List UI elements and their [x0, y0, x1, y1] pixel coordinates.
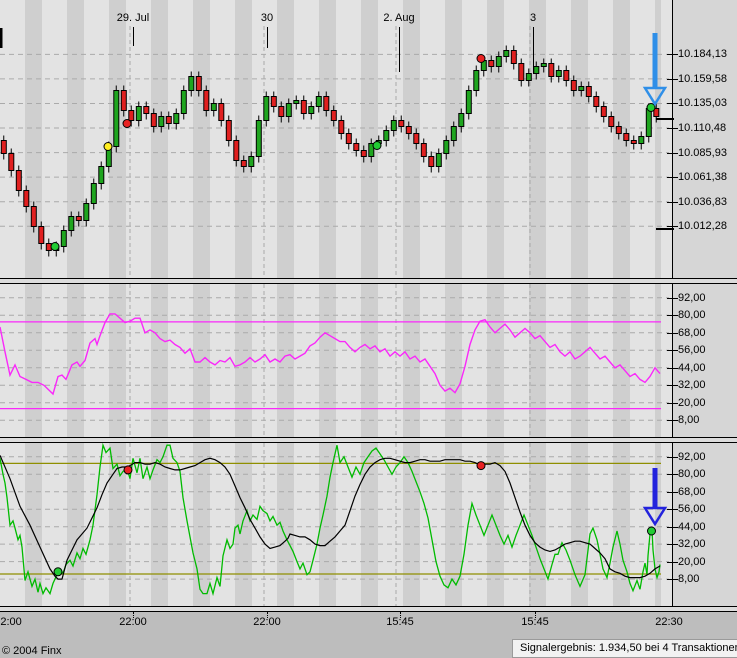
y-axis-label: 80,00 [678, 468, 706, 480]
y-axis-tick [667, 544, 678, 545]
sell-arrow-icon [645, 468, 665, 524]
y-axis-tick [667, 579, 678, 580]
y-axis-label: 56,00 [678, 344, 706, 356]
separator-line [0, 606, 737, 607]
stoch-fast-line [0, 445, 660, 593]
y-axis-label: 10.184,13 [678, 48, 727, 60]
y-axis-label: 44,00 [678, 521, 706, 533]
y-axis-line [672, 0, 673, 612]
y-axis-tick [667, 315, 678, 316]
y-axis-label: 44,00 [678, 362, 706, 374]
y-axis-label: 10.036,83 [678, 196, 727, 208]
price-chart-canvas [0, 0, 672, 278]
candles-layer [1, 46, 659, 257]
time-axis-tick [400, 612, 401, 618]
buy-signal-dot [54, 568, 62, 576]
y-axis-label: 10.085,93 [678, 147, 727, 159]
y-axis-label: 32,00 [678, 379, 706, 391]
date-tick [267, 27, 268, 48]
y-axis-tick [667, 562, 678, 563]
y-axis-label: 10.110,48 [678, 122, 726, 134]
date-tick [399, 27, 400, 72]
y-axis-label: 92,00 [678, 451, 706, 463]
y-axis-label: 56,00 [678, 503, 706, 515]
y-axis-tick [667, 527, 678, 528]
date-label: 3 [530, 12, 536, 24]
y-axis-tick [667, 368, 678, 369]
copyright-label: © 2004 Finx [2, 645, 61, 657]
y-axis-label: 80,00 [678, 309, 706, 321]
y-axis-tick [667, 226, 678, 227]
y-axis-label: 20,00 [678, 397, 706, 409]
y-axis-tick [667, 350, 678, 351]
sell-signal-dot [123, 120, 131, 128]
y-axis-tick [667, 202, 678, 203]
sell-signal-dot [124, 466, 132, 474]
buy-signal-dot [648, 527, 656, 535]
y-axis-label: 32,00 [678, 538, 706, 550]
y-axis-label: 8,00 [678, 414, 699, 426]
price-marker-tick [656, 228, 674, 230]
y-axis-tick [667, 385, 678, 386]
rsi-indicator-panel [0, 284, 672, 437]
y-axis-tick [667, 492, 678, 493]
y-axis-tick [667, 128, 678, 129]
chart-application-window: 10.184,13 10.159,58 10.135,03 10.110,48 10.0… [0, 0, 737, 658]
y-axis-label: 10.159,58 [678, 73, 727, 85]
y-axis-tick [667, 474, 678, 475]
buy-signal-dot [373, 142, 381, 150]
status-bar: Signalergebnis: 1.934,50 bei 4 Transakti… [512, 639, 737, 658]
time-axis-tick [535, 612, 536, 618]
y-axis-tick [667, 509, 678, 510]
y-axis-tick [667, 298, 678, 299]
buy-signal-dot [51, 243, 59, 251]
separator-line [0, 437, 737, 438]
separator-line [0, 611, 737, 612]
price-candlestick-panel [0, 0, 672, 278]
partial-candle-wick [0, 28, 3, 48]
date-label: 30 [261, 12, 273, 24]
stochastic-chart-canvas [0, 443, 672, 606]
separator-line [0, 278, 737, 279]
rsi-line [0, 314, 660, 394]
y-axis-label: 68,00 [678, 486, 706, 498]
y-axis-tick [667, 153, 678, 154]
stochastic-indicator-panel [0, 443, 672, 606]
date-tick [133, 27, 134, 46]
y-axis-label: 10.061,38 [678, 171, 727, 183]
y-axis-tick [667, 403, 678, 404]
separator-line [0, 442, 737, 443]
rsi-chart-canvas [0, 284, 672, 437]
time-label: 22:30 [655, 616, 683, 628]
y-axis-label: 92,00 [678, 292, 706, 304]
y-axis-tick [667, 457, 678, 458]
price-marker-tick [656, 118, 674, 120]
time-label: 22:00 [0, 616, 22, 628]
time-axis-tick [133, 612, 134, 618]
date-tick [533, 27, 534, 74]
y-axis-label: 20,00 [678, 556, 706, 568]
y-axis-label: 8,00 [678, 573, 699, 585]
y-axis-tick [667, 79, 678, 80]
sell-arrow-icon [645, 33, 665, 104]
y-axis-tick [667, 420, 678, 421]
y-axis-tick [667, 333, 678, 334]
sell-signal-dot [477, 55, 485, 63]
y-axis-label: 10.012,28 [678, 220, 727, 232]
y-axis-label: 68,00 [678, 327, 706, 339]
sell-signal-dot [477, 462, 485, 470]
buy-signal-dot [647, 104, 655, 112]
y-axis-tick [667, 103, 678, 104]
date-label: 2. Aug [383, 12, 414, 24]
y-axis-label: 10.135,03 [678, 97, 727, 109]
neutral-signal-dot [104, 143, 112, 151]
separator-line [0, 283, 737, 284]
time-axis-tick [267, 612, 268, 618]
y-axis-tick [667, 54, 678, 55]
date-label: 29. Jul [117, 12, 149, 24]
y-axis-tick [667, 177, 678, 178]
